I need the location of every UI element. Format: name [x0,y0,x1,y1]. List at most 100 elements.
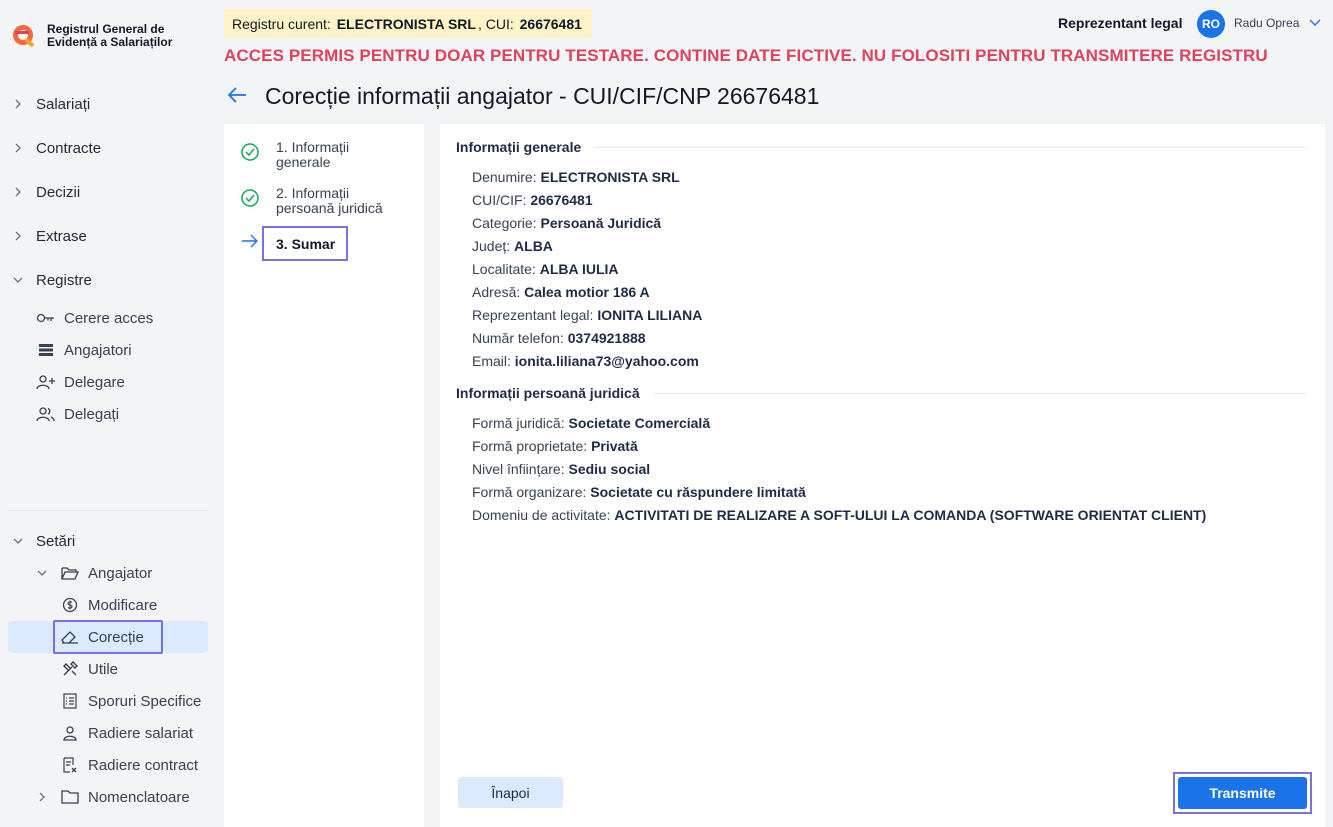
field-label: Formă proprietate: [472,438,588,454]
key-icon [36,310,56,326]
step-2[interactable]: 2. Informații persoană juridică [240,186,406,216]
sidebar-item-utile[interactable]: Utile [0,653,216,685]
logo-line-2: Evidență a Salariaților [47,34,173,49]
summary-field: Domeniu de activitate: ACTIVITATI DE REA… [472,507,1206,523]
form-icon [60,692,80,710]
chevron-down-icon [37,570,47,576]
list-icon [36,342,56,358]
field-label: Denumire: [472,169,537,185]
sidebar-item-contracte[interactable]: Contracte [0,126,216,170]
chevron-right-icon [15,143,21,153]
sidebar-item-label: Salariați [36,95,91,113]
field-label: Reprezentant legal: [472,307,594,323]
submit-button[interactable]: Transmite [1178,777,1307,809]
user-name[interactable]: Radu Oprea [1234,16,1299,30]
summary-field: Adresă: Calea motior 186 A [472,284,650,300]
sidebar-item-label: Delegare [64,373,125,391]
sidebar-item-label: Angajator [88,564,153,582]
sidebar-item-label: Decizii [36,183,81,201]
test-warning-banner: ACCES PERMIS PENTRU DOAR PENTRU TESTARE.… [224,46,1268,65]
field-value: ACTIVITATI DE REALIZARE A SOFT-ULUI LA C… [614,507,1207,523]
field-label: CUI/CIF: [472,192,527,208]
step-label: 1. Informații generale [276,139,350,170]
field-value: 26676481 [530,192,593,208]
field-value: ALBA IULIA [539,261,619,277]
chevron-right-icon [15,187,21,197]
sidebar-item-label: Delegați [64,405,120,423]
section-title: Informații persoană juridică [456,385,640,401]
user-icon [60,724,80,742]
sidebar-item-label: Registre [36,271,92,289]
role-label: Reprezentant legal [1058,15,1183,31]
sidebar-item-registre[interactable]: Registre [0,258,216,302]
sidebar-item-label: Sporuri Specifice [88,692,202,710]
registry-company: ELECTRONISTA SRL [336,15,476,32]
sidebar-item-label: Radiere contract [88,756,199,774]
field-value: IONITA LILIANA [597,307,703,323]
sidebar-item-label: Contracte [36,139,102,157]
current-registry-badge: Registru curent: ELECTRONISTA SRL, CUI: … [224,9,592,38]
sidebar-item-label: Utile [88,660,119,678]
registry-cui-label: , CUI: [477,15,514,32]
check-circle-icon [241,143,259,161]
step-1[interactable]: 1. Informații generale [240,140,406,170]
sidebar-item-delegati[interactable]: Delegați [0,398,216,430]
chevron-down-icon [13,538,23,544]
app-logo[interactable]: Registrul General de Evidență a Salariaț… [12,22,172,49]
field-value: Calea motior 186 A [524,284,650,300]
field-value: Societate cu răspundere limitată [590,484,806,500]
sidebar-item-angajator[interactable]: Angajator [0,557,216,589]
sidebar-item-nomenclatoare[interactable]: Nomenclatoare [0,781,216,813]
sidebar-item-extrase[interactable]: Extrase [0,214,216,258]
sidebar-item-delegare[interactable]: Delegare [0,366,216,398]
summary-field: Formă proprietate: Privată [472,438,638,454]
eraser-icon [60,628,80,646]
field-label: Formă juridică: [472,415,565,431]
field-value: Privată [591,438,638,454]
section-general-heading: Informații generale [456,139,1306,155]
chevron-down-icon[interactable] [1309,18,1321,28]
page-title: Corecție informații angajator - CUI/CIF/… [265,83,820,109]
step-3-current[interactable]: 3. Sumar [262,226,348,261]
sidebar-divider [8,510,208,511]
step-label: 2. Informații persoană juridică [276,185,383,216]
sidebar-item-sporuri-specifice[interactable]: Sporuri Specifice [0,685,216,717]
arrow-left-icon[interactable] [226,86,248,104]
sidebar-item-decizii[interactable]: Decizii [0,170,216,214]
field-label: Formă organizare: [472,484,587,500]
folder-icon [60,788,80,806]
sidebar-item-radiere-salariat[interactable]: Radiere salariat [0,717,216,749]
sidebar-item-label: Corecție [88,628,144,646]
logo-icon [12,22,39,49]
field-value: Persoană Juridică [540,215,662,231]
summary-field: Nivel înființare: Sediu social [472,461,650,477]
sidebar-item-cerere-acces[interactable]: Cerere acces [0,302,216,334]
summary-field: Email: ionita.liliana73@yahoo.com [472,353,699,369]
submit-highlight: Transmite [1173,772,1312,814]
field-value: Societate Comercială [568,415,711,431]
sidebar-item-radiere-contract[interactable]: Radiere contract [0,749,216,781]
back-button[interactable]: Înapoi [458,777,563,808]
summary-field: Reprezentant legal: IONITA LILIANA [472,307,702,323]
summary-field: Formă juridică: Societate Comercială [472,415,710,431]
field-label: Categorie: [472,215,537,231]
arrow-right-icon [242,234,258,248]
sidebar-item-corectie[interactable]: Corecție [8,621,208,653]
avatar[interactable]: RO [1197,10,1225,38]
field-label: Email: [472,353,511,369]
registry-prefix: Registru curent: [232,15,331,32]
sidebar-item-salariati[interactable]: Salariați [0,82,216,126]
tools-icon [60,660,80,678]
sidebar-item-label: Extrase [36,227,87,245]
sidebar-item-setari[interactable]: Setări [0,525,216,557]
chevron-right-icon [15,99,21,109]
field-label: Adresă: [472,284,521,300]
sidebar-item-label: Radiere salariat [88,724,194,742]
users-icon [36,406,56,422]
field-value: ionita.liliana73@yahoo.com [514,353,699,369]
summary-panel: Informații generale Denumire: ELECTRONIS… [440,124,1325,827]
sidebar-item-label: Angajatori [64,341,132,359]
sidebar-item-angajatori[interactable]: Angajatori [0,334,216,366]
sidebar: Registrul General de Evidență a Salariaț… [0,0,216,827]
sidebar-item-modificare[interactable]: Modificare [0,589,216,621]
